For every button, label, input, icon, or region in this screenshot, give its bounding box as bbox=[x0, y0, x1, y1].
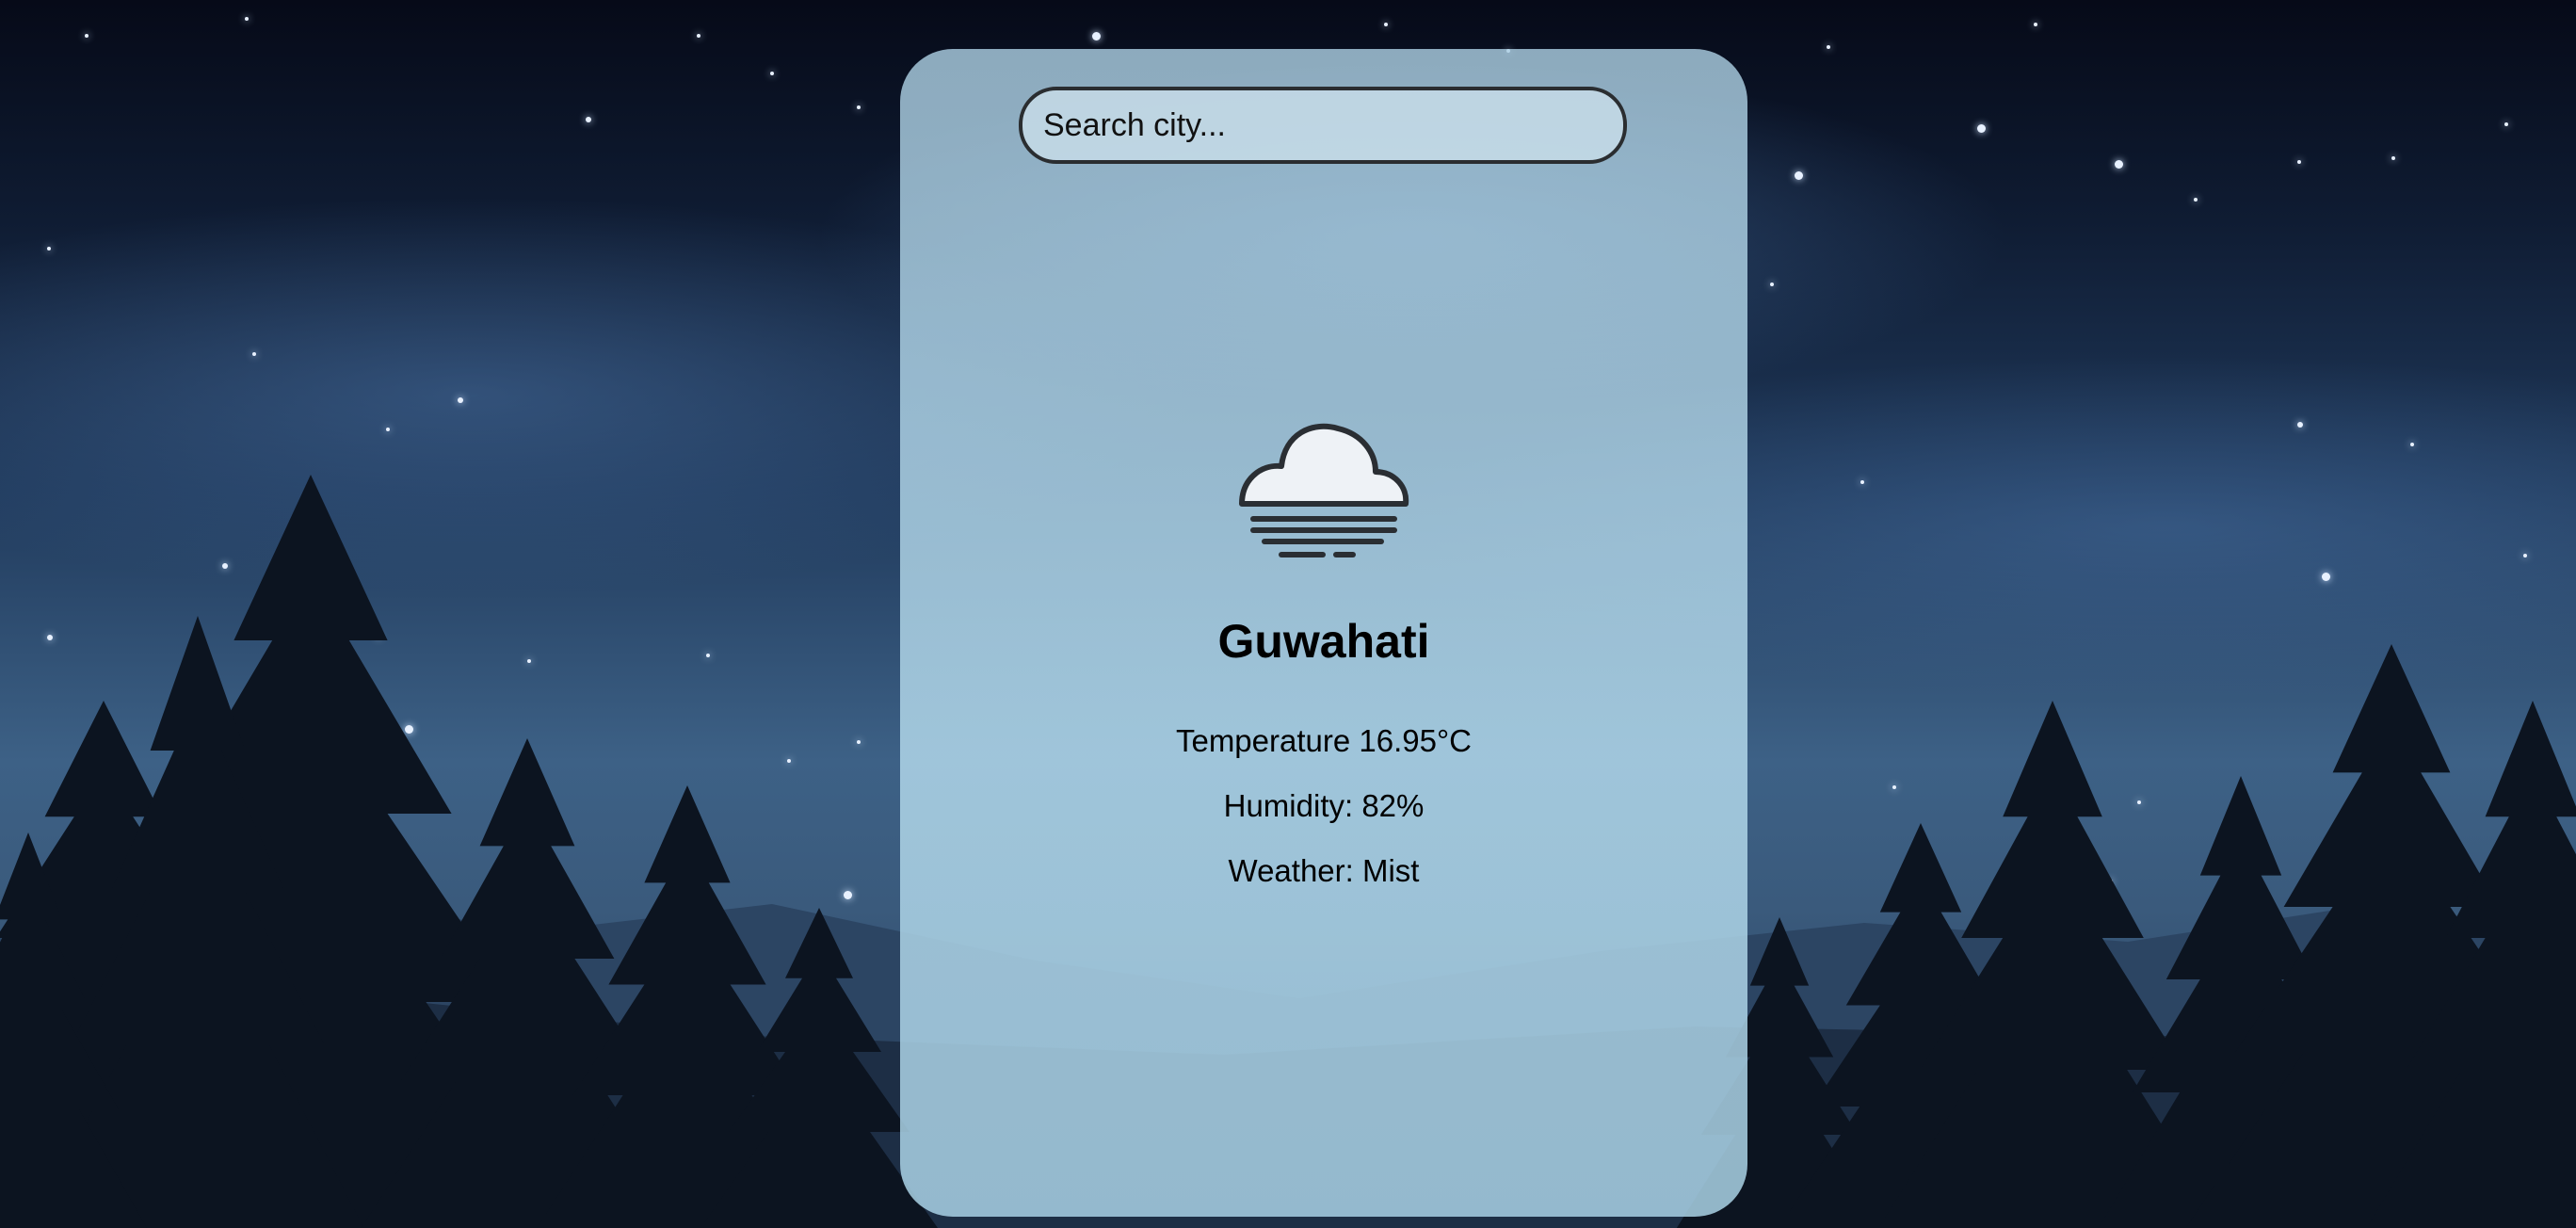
city-search-input[interactable] bbox=[1019, 87, 1627, 164]
mist-cloud-icon bbox=[1239, 423, 1409, 557]
weather-card: Guwahati Temperature 16.95°C Humidity: 8… bbox=[900, 49, 1747, 1217]
city-name: Guwahati bbox=[1217, 615, 1430, 668]
temperature-text: Temperature 16.95°C bbox=[1175, 723, 1473, 758]
weather-condition-text: Weather: Mist bbox=[1228, 853, 1420, 888]
humidity-text: Humidity: 82% bbox=[1223, 788, 1425, 823]
